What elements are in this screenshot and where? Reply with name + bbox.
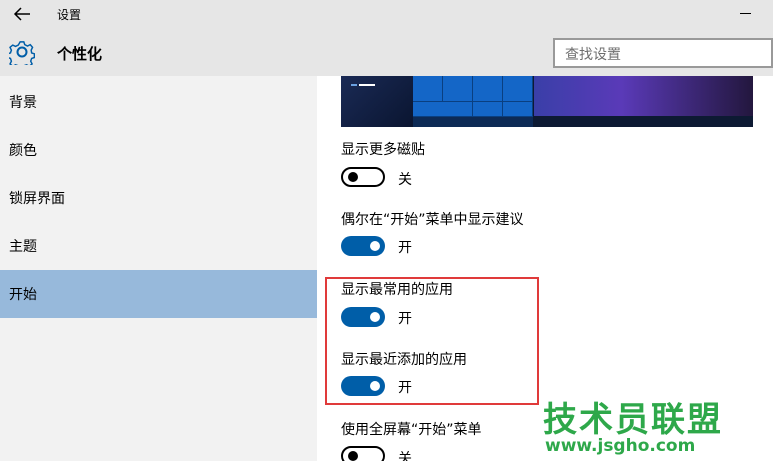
preview-tile [503,102,533,117]
toggle-knob [370,241,380,251]
preview-tile [443,76,473,102]
sidebar-item-label: 背景 [9,95,37,111]
watermark-logo-text: 技术员联盟 [543,400,723,440]
sidebar: 背景 颜色 锁屏界面 主题 开始 [0,76,317,461]
fullscreen-start-toggle[interactable] [341,446,385,461]
watermark-url: www.jsgho.com [545,436,696,456]
sidebar-item-label: 锁屏界面 [9,191,65,207]
sidebar-item-colors[interactable]: 颜色 [0,126,317,174]
sidebar-item-lock-screen[interactable]: 锁屏界面 [0,174,317,222]
sidebar-item-label: 主题 [9,239,37,255]
preview-marker [351,84,357,86]
minimize-icon[interactable] [740,13,751,14]
preview-tile [473,76,503,102]
sidebar-item-background[interactable]: 背景 [0,78,317,126]
preview-marker [359,84,375,86]
title-bar: 设置 [0,0,773,30]
gear-icon [9,41,35,65]
sidebar-item-themes[interactable]: 主题 [0,222,317,270]
preview-tile [413,102,473,117]
back-arrow-icon[interactable] [12,5,32,23]
preview-taskbar [413,117,533,127]
highlight-box [325,277,539,405]
toggle-state-text: 关 [398,172,412,188]
setting-label: 使用全屏幕“开始”菜单 [341,422,482,438]
sidebar-item-label: 颜色 [9,143,37,159]
show-more-tiles-toggle[interactable] [341,167,385,187]
page-header: 个性化 查找设置 [0,30,773,76]
show-suggestions-toggle[interactable] [341,236,385,256]
window-title: 设置 [57,8,82,22]
page-title: 个性化 [57,45,103,63]
setting-label: 偶尔在“开始”菜单中显示建议 [341,212,524,228]
sidebar-item-start[interactable]: 开始 [0,270,317,318]
sidebar-item-label: 开始 [9,287,37,303]
setting-label: 显示更多磁贴 [341,142,425,158]
preview-tile [413,76,443,102]
preview-wallpaper [534,76,753,116]
start-menu-preview [341,76,753,127]
toggle-knob [348,451,358,461]
search-input[interactable]: 查找设置 [553,38,773,68]
toggle-state-text: 关 [398,451,412,461]
toggle-knob [348,172,358,182]
toggle-state-text: 开 [398,240,412,256]
preview-tile [503,76,533,102]
preview-tile [473,102,503,117]
